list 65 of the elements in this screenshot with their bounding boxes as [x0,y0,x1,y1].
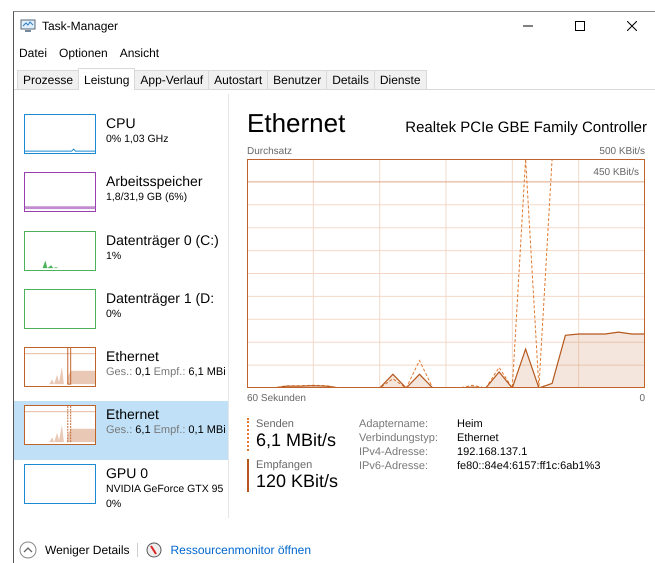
stat-value: 0,1 MBi [188,423,226,438]
sidebar-item[interactable]: Arbeitsspeicher 1,8/31,9 GB (6%) [14,168,228,227]
max-label: 500 KBit/s [599,146,645,157]
item-detail: 0% [106,306,122,322]
info-label: Verbindungstyp: [359,432,439,444]
sidebar-item[interactable]: Datenträger 1 (D: 0% [14,284,228,344]
maximize-icon [575,21,585,31]
item-name: Ethernet [106,347,160,366]
sidebar-item[interactable]: Ethernet Ges.: 0,1 Empf.: 6,1 MBi [14,343,228,402]
stat-label: Empf.: [154,423,186,438]
info-value: Ethernet [457,432,500,444]
stat-value: 6,1 MBi [188,365,226,380]
tab[interactable]: Autostart [208,70,268,89]
info-value: fe80::84e4:6157:ff1c:6ab1%3 [457,460,601,472]
stat-value: 6,1 [135,423,151,438]
stat-label: Empf.: [154,365,186,380]
sidebar-item[interactable]: CPU 0% 1,03 GHz [14,110,228,168]
menu-item[interactable]: Optionen [59,46,108,60]
item-detail: 0% [106,496,122,512]
tab[interactable]: Prozesse [17,70,80,89]
tab[interactable]: Leistung [78,68,136,90]
adapter-name: Realtek PCIe GBE Family Controller [405,119,647,136]
time-label: 60 Sekunden [247,393,306,404]
rate-label: Empfangen [256,459,314,471]
info-value: Heim [457,418,484,430]
rate-value: 6,1 MBit/s [256,430,338,451]
item-name: Datenträger 1 (D: [106,288,214,307]
stat-label: Ges.: [106,423,132,438]
item-name: GPU 0 [106,464,150,482]
stat-label: Ges.: [106,365,132,380]
tab[interactable]: Details [326,70,375,89]
info-label: IPv6-Adresse: [359,460,430,472]
graph-label: Durchsatz [247,146,292,157]
stat-value: 0,1 [135,365,151,380]
sidebar-item[interactable]: Ethernet Ges.: 6,1 Empf.: 0,1 MBi [14,401,228,460]
info-value: 192.168.137.1 [457,446,528,458]
item-name: CPU [106,114,137,132]
info-label: Adaptername: [359,418,430,430]
menu-item[interactable]: Datei [19,46,48,60]
sidebar-item[interactable]: Datenträger 0 (C:) 1% [14,226,228,285]
rate-label: Senden [256,418,295,430]
close-icon [627,21,637,31]
tab[interactable]: Benutzer [267,70,328,89]
sidebar-item[interactable]: GPU 0 NVIDIA GeForce GTX 95 0% [14,460,228,518]
chevron-up-icon [19,541,37,559]
scale-label: 450 KBit/s [593,166,639,178]
item-name: Datenträger 0 (C:) [106,230,219,249]
item-detail: 0% 1,03 GHz [106,132,168,147]
window-title: Task-Manager [42,19,118,33]
gauge-icon [146,542,162,558]
item-name: Arbeitsspeicher [106,172,202,190]
menu-item[interactable]: Ansicht [120,46,160,60]
info-label: IPv4-Adresse: [359,446,430,458]
tab[interactable]: App-Verlauf [134,70,210,89]
page-title: Ethernet [247,108,346,139]
item-detail: NVIDIA GeForce GTX 95 [106,482,224,497]
item-detail: 1% [106,248,122,264]
resource-monitor-link[interactable]: Ressourcenmonitor öffnen [170,543,312,557]
monitor-icon [20,19,36,33]
item-detail: 1,8/31,9 GB (6%) [106,190,188,206]
item-name: Ethernet [106,405,160,424]
tab[interactable]: Dienste [374,70,427,89]
fewer-details-button[interactable]: Weniger Details [45,543,130,557]
rate-value: 120 KBit/s [256,471,340,492]
time-label: 0 [639,393,645,404]
